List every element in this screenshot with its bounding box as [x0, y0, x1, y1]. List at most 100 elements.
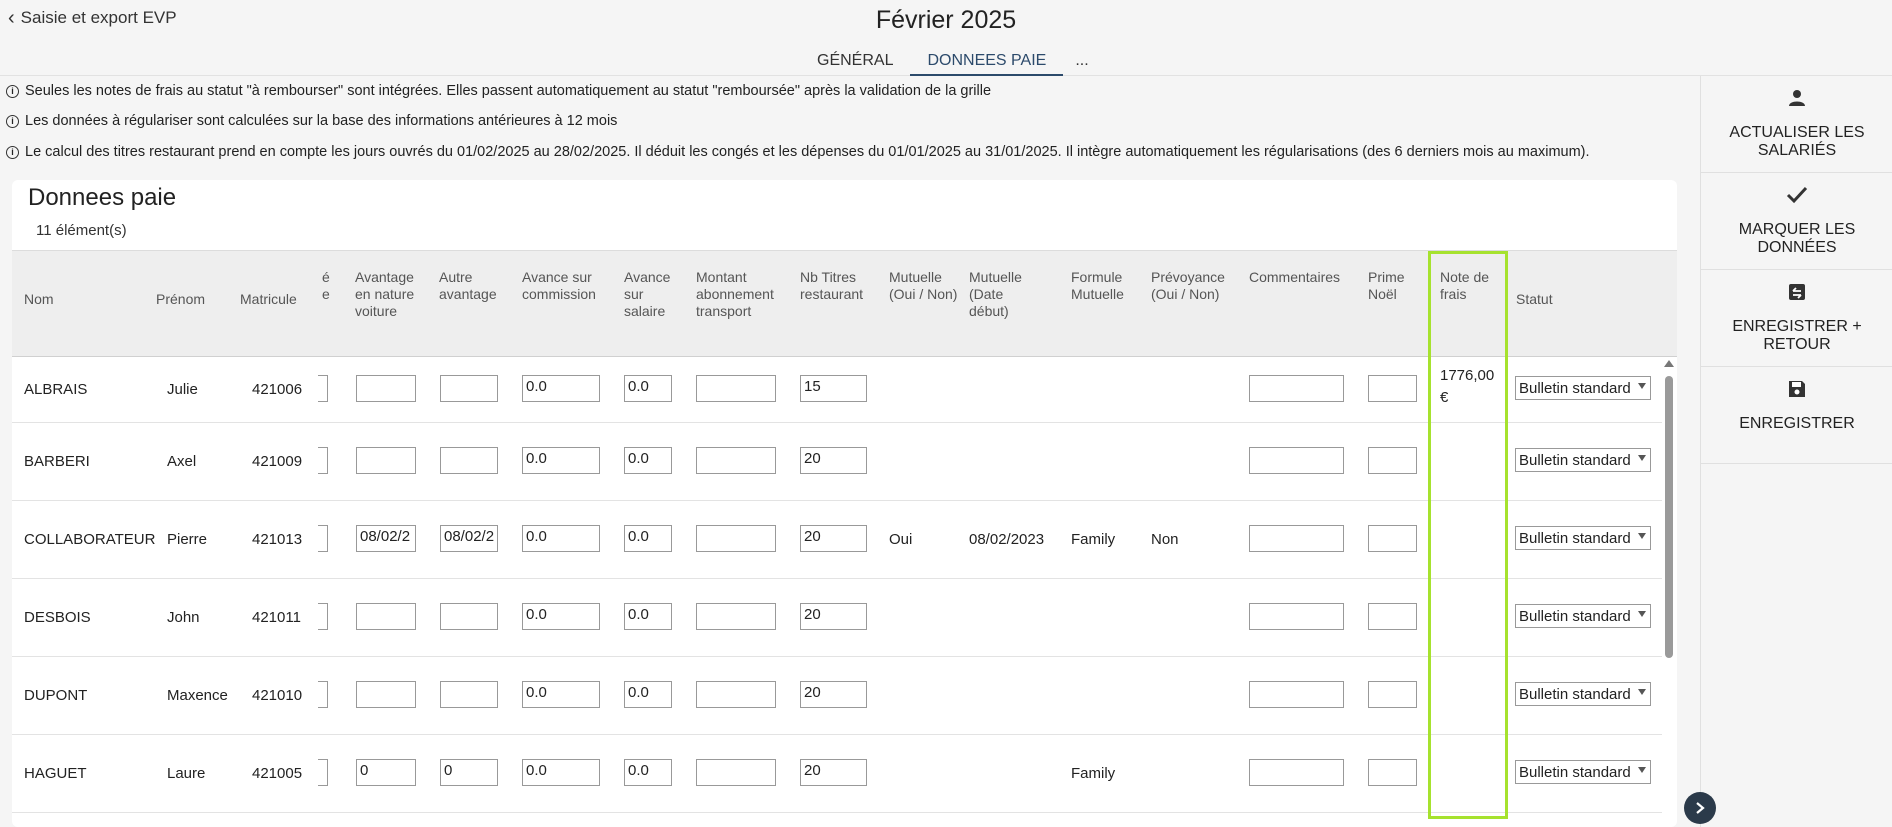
avance-commission-input[interactable]: 0.0	[522, 603, 600, 630]
clipped-input[interactable]	[318, 759, 328, 786]
clipped-input[interactable]	[318, 525, 328, 552]
col-nom[interactable]: Nom	[24, 291, 54, 308]
avance-commission-input[interactable]: 0.0	[522, 525, 600, 552]
abonnement-transport-input[interactable]	[696, 681, 776, 708]
clipped-input[interactable]	[318, 681, 328, 708]
autre-avantage-input[interactable]	[440, 447, 498, 474]
avance-salaire-input[interactable]: 0.0	[624, 759, 672, 786]
prime-noel-input[interactable]	[1368, 681, 1417, 708]
statut-value: Bulletin standard	[1519, 530, 1631, 547]
statut-select[interactable]: Bulletin standard	[1515, 604, 1651, 628]
commentaire-input[interactable]	[1249, 603, 1344, 630]
item-count: 11 élément(s)	[36, 222, 127, 239]
col-matricule[interactable]: Matricule	[240, 291, 297, 308]
autre-avantage-input[interactable]	[440, 375, 498, 402]
table-scrollbar[interactable]	[1663, 360, 1674, 820]
autre-avantage-input[interactable]	[440, 681, 498, 708]
prime-noel-input[interactable]	[1368, 447, 1417, 474]
col-abonnement-transport[interactable]: Montant abonnement transport	[696, 269, 786, 320]
abonnement-transport-input[interactable]	[696, 603, 776, 630]
col-autre-avantage[interactable]: Autre avantage	[439, 269, 504, 303]
commentaire-input[interactable]	[1249, 447, 1344, 474]
info-icon: i	[6, 114, 19, 128]
statut-select[interactable]: Bulletin standard	[1515, 682, 1651, 706]
col-mutuelle[interactable]: Mutuelle (Oui / Non)	[889, 269, 964, 303]
avance-salaire-input[interactable]: 0.0	[624, 603, 672, 630]
col-avance-salaire[interactable]: Avance sur salaire	[624, 269, 679, 320]
avance-salaire-input[interactable]: 0.0	[624, 681, 672, 708]
col-statut[interactable]: Statut	[1516, 291, 1553, 308]
statut-select[interactable]: Bulletin standard	[1515, 760, 1651, 784]
commentaire-input[interactable]	[1249, 759, 1344, 786]
statut-select[interactable]: Bulletin standard	[1515, 376, 1651, 400]
abonnement-transport-input[interactable]	[696, 375, 776, 402]
tab-general[interactable]: GÉNÉRAL	[800, 52, 910, 76]
clipped-input[interactable]	[318, 375, 328, 402]
tab-more[interactable]: ...	[1063, 52, 1100, 76]
col-commentaires[interactable]: Commentaires	[1249, 269, 1349, 286]
titres-restaurant-input[interactable]: 20	[800, 447, 867, 474]
commentaire-input[interactable]	[1249, 525, 1344, 552]
col-mutuelle-date[interactable]: Mutuelle (Date début)	[969, 269, 1039, 320]
save-return-icon	[1701, 282, 1892, 306]
avance-commission-input[interactable]: 0.0	[522, 681, 600, 708]
prime-noel-input[interactable]	[1368, 375, 1417, 402]
avance-salaire-input[interactable]: 0.0	[624, 525, 672, 552]
avantage-voiture-input[interactable]: 08/02/2	[356, 525, 416, 552]
titres-restaurant-input[interactable]: 15	[800, 375, 867, 402]
titres-restaurant-input[interactable]: 20	[800, 603, 867, 630]
autre-avantage-input[interactable]: 0	[440, 759, 498, 786]
table-row: ALBRAIS Julie 421006 0.0 0.0 15 1776,00 € Bulle…	[12, 357, 1662, 423]
abonnement-transport-input[interactable]	[696, 447, 776, 474]
save-button[interactable]: ENREGISTRER	[1701, 367, 1892, 464]
avantage-voiture-input[interactable]	[356, 681, 416, 708]
titres-restaurant-input[interactable]: 20	[800, 759, 867, 786]
cell-mutuelle-date: 08/02/2023	[969, 531, 1045, 548]
mark-data-button[interactable]: MARQUER LES DONNÉES	[1701, 173, 1892, 270]
payroll-data-card: Donnees paie 11 élément(s) Nom Prénom Ma…	[12, 180, 1677, 827]
col-avance-commission[interactable]: Avance sur commission	[522, 269, 607, 303]
check-icon	[1701, 185, 1892, 209]
save-return-button[interactable]: ENREGISTRER + RETOUR	[1701, 270, 1892, 367]
abonnement-transport-input[interactable]	[696, 525, 776, 552]
prime-noel-input[interactable]	[1368, 525, 1417, 552]
next-button[interactable]	[1684, 792, 1716, 824]
statut-select[interactable]: Bulletin standard	[1515, 526, 1651, 550]
refresh-employees-button[interactable]: ACTUALISER LES SALARIÉS	[1701, 76, 1892, 173]
scroll-up-arrow-icon[interactable]	[1664, 360, 1674, 367]
prime-noel-input[interactable]	[1368, 603, 1417, 630]
titres-restaurant-input[interactable]: 20	[800, 681, 867, 708]
avantage-voiture-input[interactable]	[356, 447, 416, 474]
caret-down-icon	[1638, 767, 1646, 773]
col-formule-mutuelle[interactable]: Formule Mutuelle	[1071, 269, 1136, 303]
tab-donnees-paie[interactable]: DONNEES PAIE	[910, 52, 1064, 76]
cell-nom: DUPONT	[24, 687, 88, 704]
avantage-voiture-input[interactable]	[356, 603, 416, 630]
col-prenom[interactable]: Prénom	[156, 291, 205, 308]
col-titres-restaurant[interactable]: Nb Titres restaurant	[800, 269, 875, 303]
statut-value: Bulletin standard	[1519, 380, 1631, 397]
avance-commission-input[interactable]: 0.0	[522, 375, 600, 402]
clipped-input[interactable]	[318, 603, 328, 630]
avance-commission-input[interactable]: 0.0	[522, 759, 600, 786]
prime-noel-input[interactable]	[1368, 759, 1417, 786]
abonnement-transport-input[interactable]	[696, 759, 776, 786]
avance-salaire-input[interactable]: 0.0	[624, 375, 672, 402]
col-prevoyance[interactable]: Prévoyance (Oui / Non)	[1151, 269, 1231, 303]
avantage-voiture-input[interactable]	[356, 375, 416, 402]
scroll-thumb[interactable]	[1665, 376, 1673, 658]
commentaire-input[interactable]	[1249, 681, 1344, 708]
commentaire-input[interactable]	[1249, 375, 1344, 402]
avantage-voiture-input[interactable]: 0	[356, 759, 416, 786]
col-prime-noel[interactable]: Prime Noël	[1368, 269, 1418, 303]
tab-bar: GÉNÉRAL DONNEES PAIE ...	[800, 52, 1101, 76]
autre-avantage-input[interactable]: 08/02/2	[440, 525, 498, 552]
col-note-frais[interactable]: Note de frais	[1440, 269, 1500, 303]
avance-commission-input[interactable]: 0.0	[522, 447, 600, 474]
avance-salaire-input[interactable]: 0.0	[624, 447, 672, 474]
titres-restaurant-input[interactable]: 20	[800, 525, 867, 552]
col-avantage-voiture[interactable]: Avantage en nature voiture	[355, 269, 425, 320]
autre-avantage-input[interactable]	[440, 603, 498, 630]
clipped-input[interactable]	[318, 447, 328, 474]
statut-select[interactable]: Bulletin standard	[1515, 448, 1651, 472]
